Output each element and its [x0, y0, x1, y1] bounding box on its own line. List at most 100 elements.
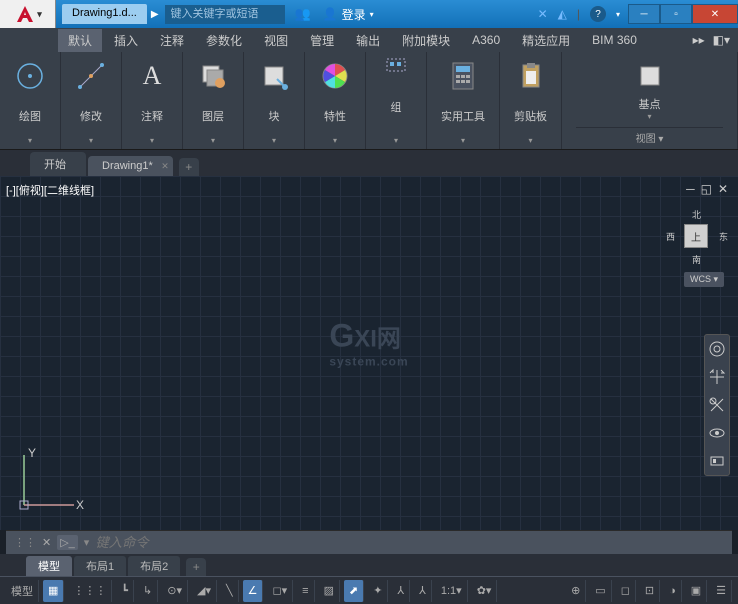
- qat-play-icon[interactable]: ▶: [151, 9, 159, 20]
- ribbon-panel-clipboard[interactable]: 剪贴板 ▾: [500, 52, 562, 149]
- wcs-label[interactable]: WCS ▾: [684, 272, 724, 287]
- command-input[interactable]: [95, 535, 724, 550]
- group-icon: [380, 56, 412, 74]
- ribbon-panel-draw[interactable]: 绘图 ▾: [0, 52, 61, 149]
- menu-insert[interactable]: 插入: [104, 29, 148, 52]
- move-icon: [75, 60, 107, 92]
- status-transparency-icon[interactable]: ▨: [319, 580, 340, 602]
- document-tab[interactable]: Drawing1.d...: [62, 4, 147, 24]
- cmd-close-icon[interactable]: ✕: [42, 536, 51, 549]
- maximize-button[interactable]: ▫: [660, 4, 692, 24]
- color-wheel-icon: [319, 60, 351, 92]
- status-grid-icon[interactable]: ▦: [43, 580, 64, 602]
- menu-addins[interactable]: 附加模块: [392, 29, 460, 52]
- a360-icon[interactable]: ◭: [558, 7, 567, 21]
- file-tab-drawing[interactable]: Drawing1* ✕: [88, 156, 173, 176]
- panel-icon[interactable]: ◧▾: [713, 33, 730, 47]
- title-bar: ▾ Drawing1.d... ▶ 👥 👤 登录 ▾ ✕ ◭ | ? ▾ ─ ▫…: [0, 0, 738, 28]
- user-icon: 👤: [323, 7, 338, 21]
- status-custom-icon[interactable]: ☰: [711, 580, 732, 602]
- layout-tab-2[interactable]: 布局2: [128, 556, 180, 576]
- ribbon-view-footer[interactable]: 视图 ▾: [576, 127, 723, 145]
- menu-annotate[interactable]: 注释: [150, 29, 194, 52]
- menu-parametric[interactable]: 参数化: [196, 29, 252, 52]
- add-layout-button[interactable]: +: [186, 558, 206, 576]
- status-iso-icon[interactable]: ◢▾: [192, 580, 217, 602]
- close-button[interactable]: ✕: [692, 4, 738, 24]
- status-lineweight-icon[interactable]: ≡: [297, 580, 314, 602]
- menu-output[interactable]: 输出: [346, 29, 390, 52]
- pan-icon[interactable]: [707, 367, 727, 387]
- status-scale[interactable]: 1:1▾: [436, 580, 468, 602]
- drawing-canvas[interactable]: [-][俯视][二维线框] ─ ◱ ✕ 北 西 东 南 上 WCS ▾ Y X …: [0, 176, 738, 530]
- menu-view[interactable]: 视图: [254, 29, 298, 52]
- menu-bim360[interactable]: BIM 360: [582, 30, 647, 50]
- watermark: GXI网 system.com: [329, 317, 408, 368]
- status-hw-icon[interactable]: ⊡: [640, 580, 660, 602]
- status-gizmo-icon[interactable]: ✦: [368, 580, 388, 602]
- ribbon-panel-group[interactable]: 组 ▾: [366, 52, 427, 149]
- status-units-icon[interactable]: ▭: [590, 580, 611, 602]
- minimize-viewport-icon[interactable]: ─: [686, 182, 695, 196]
- full-nav-wheel-icon[interactable]: [707, 339, 727, 359]
- file-tab-start[interactable]: 开始: [30, 152, 86, 176]
- menu-manage[interactable]: 管理: [300, 29, 344, 52]
- layout-tab-1[interactable]: 布局1: [74, 556, 126, 576]
- svg-text:X: X: [76, 498, 84, 512]
- ribbon-panel-block[interactable]: 块 ▾: [244, 52, 305, 149]
- status-osnap-box-icon[interactable]: ◻▾: [267, 580, 293, 602]
- calculator-icon: [447, 60, 479, 92]
- status-polar-icon[interactable]: ⊙▾: [162, 580, 188, 602]
- minimize-button[interactable]: ─: [628, 4, 660, 24]
- app-logo[interactable]: ▾: [0, 0, 56, 28]
- ribbon-panel-layers[interactable]: 图层 ▾: [183, 52, 244, 149]
- status-clean-icon[interactable]: ▣: [686, 580, 707, 602]
- ribbon-panel-annotate[interactable]: A 注释 ▾: [122, 52, 183, 149]
- status-osnap-icon[interactable]: ∠: [243, 580, 264, 602]
- cmd-prompt-icon: ▷_: [57, 535, 78, 550]
- showmotion-icon[interactable]: [707, 451, 727, 471]
- cmd-handle-icon[interactable]: ⋮⋮: [14, 536, 36, 549]
- restore-viewport-icon[interactable]: ◱: [701, 182, 712, 196]
- status-ortho-perp-icon[interactable]: ┗: [116, 580, 134, 602]
- status-qp-icon[interactable]: ◻: [616, 580, 636, 602]
- navigation-bar: [704, 334, 730, 476]
- zoom-icon[interactable]: [707, 395, 727, 415]
- ribbon-panel-utilities[interactable]: 实用工具 ▾: [427, 52, 500, 149]
- close-icon[interactable]: ✕: [161, 161, 169, 172]
- people-icon[interactable]: 👥: [295, 6, 311, 22]
- viewcube[interactable]: 北 西 东 南 上: [666, 206, 726, 266]
- status-workspace-icon[interactable]: ✿▾: [472, 580, 498, 602]
- close-viewport-icon[interactable]: ✕: [718, 182, 728, 196]
- login-button[interactable]: 👤 登录 ▾: [323, 6, 374, 23]
- viewcube-top[interactable]: 上: [684, 224, 708, 248]
- menu-default[interactable]: 默认: [58, 29, 102, 52]
- menu-featured[interactable]: 精选应用: [512, 29, 580, 52]
- text-icon: A: [136, 60, 168, 92]
- status-model[interactable]: 模型: [6, 580, 39, 602]
- menu-a360[interactable]: A360: [462, 30, 510, 50]
- status-anno-icon[interactable]: ⅄: [392, 580, 410, 602]
- status-bar: 模型 ▦ ⋮⋮⋮ ┗ ↳ ⊙▾ ◢▾ ╲ ∠ ◻▾ ≡ ▨ ⬈ ✦ ⅄ ⅄ 1:…: [0, 576, 738, 604]
- file-tabs: 开始 Drawing1* ✕ +: [0, 150, 738, 176]
- svg-text:Y: Y: [28, 446, 36, 460]
- expand-icon[interactable]: ▸▸: [693, 33, 705, 47]
- layout-tabs: 模型 布局1 布局2 +: [0, 554, 738, 576]
- search-input[interactable]: [165, 5, 285, 24]
- exchange-icon[interactable]: ✕: [538, 7, 548, 21]
- status-anno2-icon[interactable]: ⅄: [414, 580, 432, 602]
- help-icon[interactable]: ?: [590, 6, 606, 22]
- orbit-icon[interactable]: [707, 423, 727, 443]
- status-selection-icon[interactable]: ⬈: [344, 580, 364, 602]
- ribbon-panel-base[interactable]: 基点 ▾ 视图 ▾: [562, 52, 738, 149]
- view-label[interactable]: [-][俯视][二维线框]: [6, 182, 94, 198]
- status-snap-icon[interactable]: ⋮⋮⋮: [68, 580, 112, 602]
- ribbon-panel-modify[interactable]: 修改 ▾: [61, 52, 122, 149]
- status-ortho-icon[interactable]: ↳: [138, 580, 158, 602]
- status-osnap-line-icon[interactable]: ╲: [221, 580, 239, 602]
- add-tab-button[interactable]: +: [179, 158, 199, 176]
- ribbon-panel-properties[interactable]: 特性 ▾: [305, 52, 366, 149]
- status-annomonitor-icon[interactable]: ⊕: [566, 580, 586, 602]
- status-isolate-icon[interactable]: ◑: [664, 580, 682, 602]
- layout-tab-model[interactable]: 模型: [26, 556, 72, 576]
